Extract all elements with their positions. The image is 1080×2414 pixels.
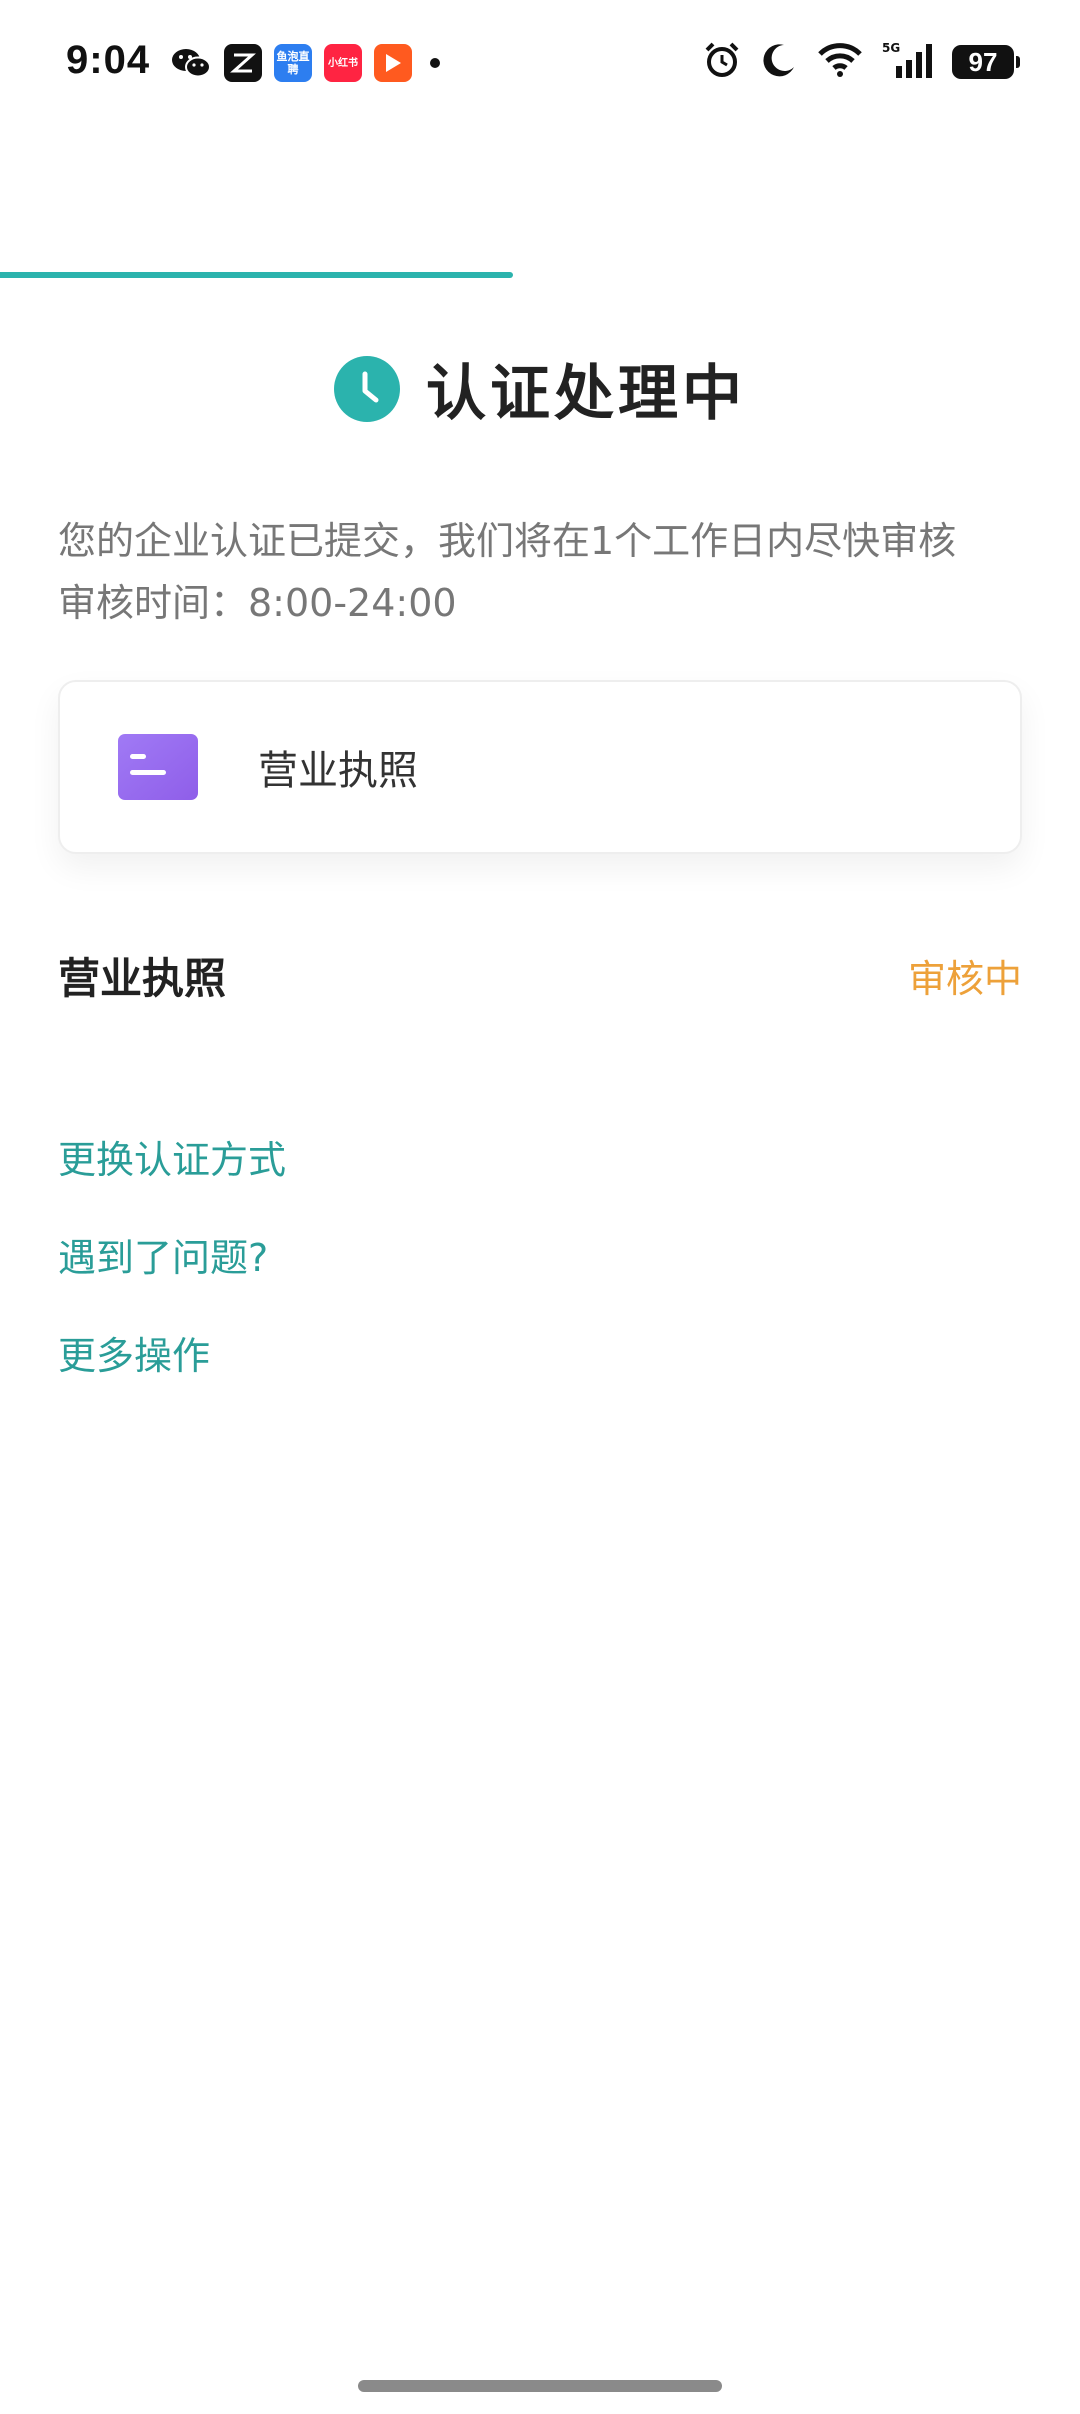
capcut-icon bbox=[224, 44, 262, 82]
progress-bar bbox=[0, 272, 1080, 278]
progress-fill bbox=[0, 272, 513, 278]
svg-text:5G: 5G bbox=[882, 41, 900, 55]
business-license-card[interactable]: 营业执照 bbox=[58, 680, 1022, 854]
home-indicator[interactable] bbox=[358, 2380, 722, 2392]
document-label: 营业执照 bbox=[258, 748, 418, 794]
change-verification-method-link[interactable]: 更换认证方式 bbox=[58, 1130, 286, 1228]
submission-description: 您的企业认证已提交，我们将在1个工作日内尽快审核 审核时间：8:00-24:00 bbox=[58, 510, 1038, 634]
alarm-icon bbox=[702, 40, 742, 84]
review-status-row: 营业执照 审核中 bbox=[58, 945, 1022, 1006]
yupao-icon: 鱼泡直聘 bbox=[274, 44, 312, 82]
notification-icons: 鱼泡直聘 小红书 bbox=[170, 44, 440, 82]
battery-indicator: 97 bbox=[952, 45, 1020, 79]
document-icon bbox=[118, 734, 198, 800]
moon-icon bbox=[760, 41, 798, 83]
more-notifications-dot bbox=[430, 58, 440, 68]
status-badge: 审核中 bbox=[907, 957, 1022, 1001]
page-heading: 认证处理中 bbox=[0, 345, 1080, 432]
document-type-title: 营业执照 bbox=[58, 954, 227, 1003]
more-actions-link[interactable]: 更多操作 bbox=[58, 1326, 286, 1424]
action-links: 更换认证方式 遇到了问题? 更多操作 bbox=[58, 1130, 286, 1424]
problem-help-link[interactable]: 遇到了问题? bbox=[58, 1228, 286, 1326]
video-play-icon bbox=[374, 44, 412, 82]
wifi-icon bbox=[816, 42, 864, 82]
system-icons: 5G 97 bbox=[702, 40, 1020, 84]
description-line-1: 您的企业认证已提交，我们将在1个工作日内尽快审核 bbox=[58, 519, 957, 563]
status-time: 9:04 bbox=[66, 38, 151, 82]
xiaohongshu-icon: 小红书 bbox=[324, 44, 362, 82]
wechat-icon bbox=[170, 44, 212, 82]
cellular-5g-icon: 5G bbox=[882, 40, 934, 84]
status-bar: 9:04 鱼泡直聘 小红书 5G 97 bbox=[0, 0, 1080, 130]
clock-icon bbox=[334, 355, 400, 422]
review-hours: 审核时间：8:00-24:00 bbox=[58, 581, 457, 625]
page-title: 认证处理中 bbox=[426, 359, 746, 429]
